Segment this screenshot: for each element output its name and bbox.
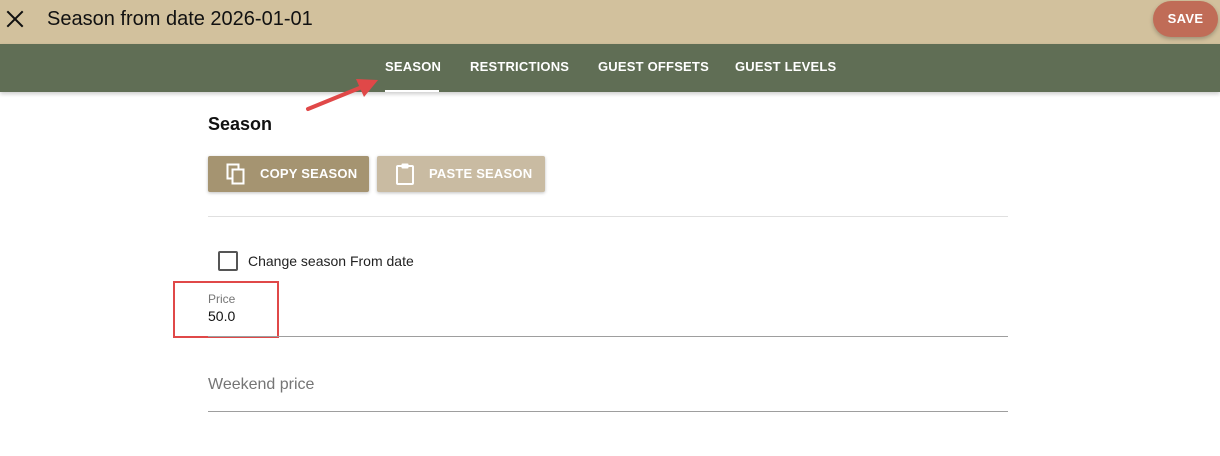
paste-season-button[interactable]: PASTE SEASON (377, 156, 545, 192)
paste-season-label: PASTE SEASON (429, 166, 533, 181)
tab-restrictions[interactable]: RESTRICTIONS (470, 44, 569, 92)
tab-guest-offsets[interactable]: GUEST OFFSETS (598, 44, 709, 92)
copy-season-button[interactable]: COPY SEASON (208, 156, 369, 192)
change-from-date-label: Change season From date (248, 253, 414, 269)
weekend-price-underline (208, 411, 1008, 412)
copy-season-label: COPY SEASON (260, 166, 358, 181)
tab-season[interactable]: SEASON (385, 44, 441, 92)
weekend-price-input[interactable]: Weekend price (208, 376, 314, 394)
tab-guest-levels[interactable]: GUEST LEVELS (735, 44, 836, 92)
price-input[interactable]: 50.0 (208, 308, 235, 324)
annotation-arrow (306, 79, 378, 111)
clipboard-icon (393, 162, 417, 189)
page-title: Season from date 2026-01-01 (47, 8, 313, 30)
price-underline (208, 336, 1008, 337)
tab-bar: SEASON RESTRICTIONS GUEST OFFSETS GUEST … (0, 44, 1220, 92)
section-divider (208, 216, 1008, 217)
change-from-date-checkbox[interactable] (218, 251, 238, 271)
close-icon[interactable] (4, 6, 26, 30)
top-bar: Season from date 2026-01-01 SAVE (0, 0, 1220, 44)
price-label: Price (208, 292, 236, 306)
save-button[interactable]: SAVE (1153, 1, 1218, 37)
section-title: Season (208, 114, 273, 134)
copy-icon (224, 162, 248, 189)
